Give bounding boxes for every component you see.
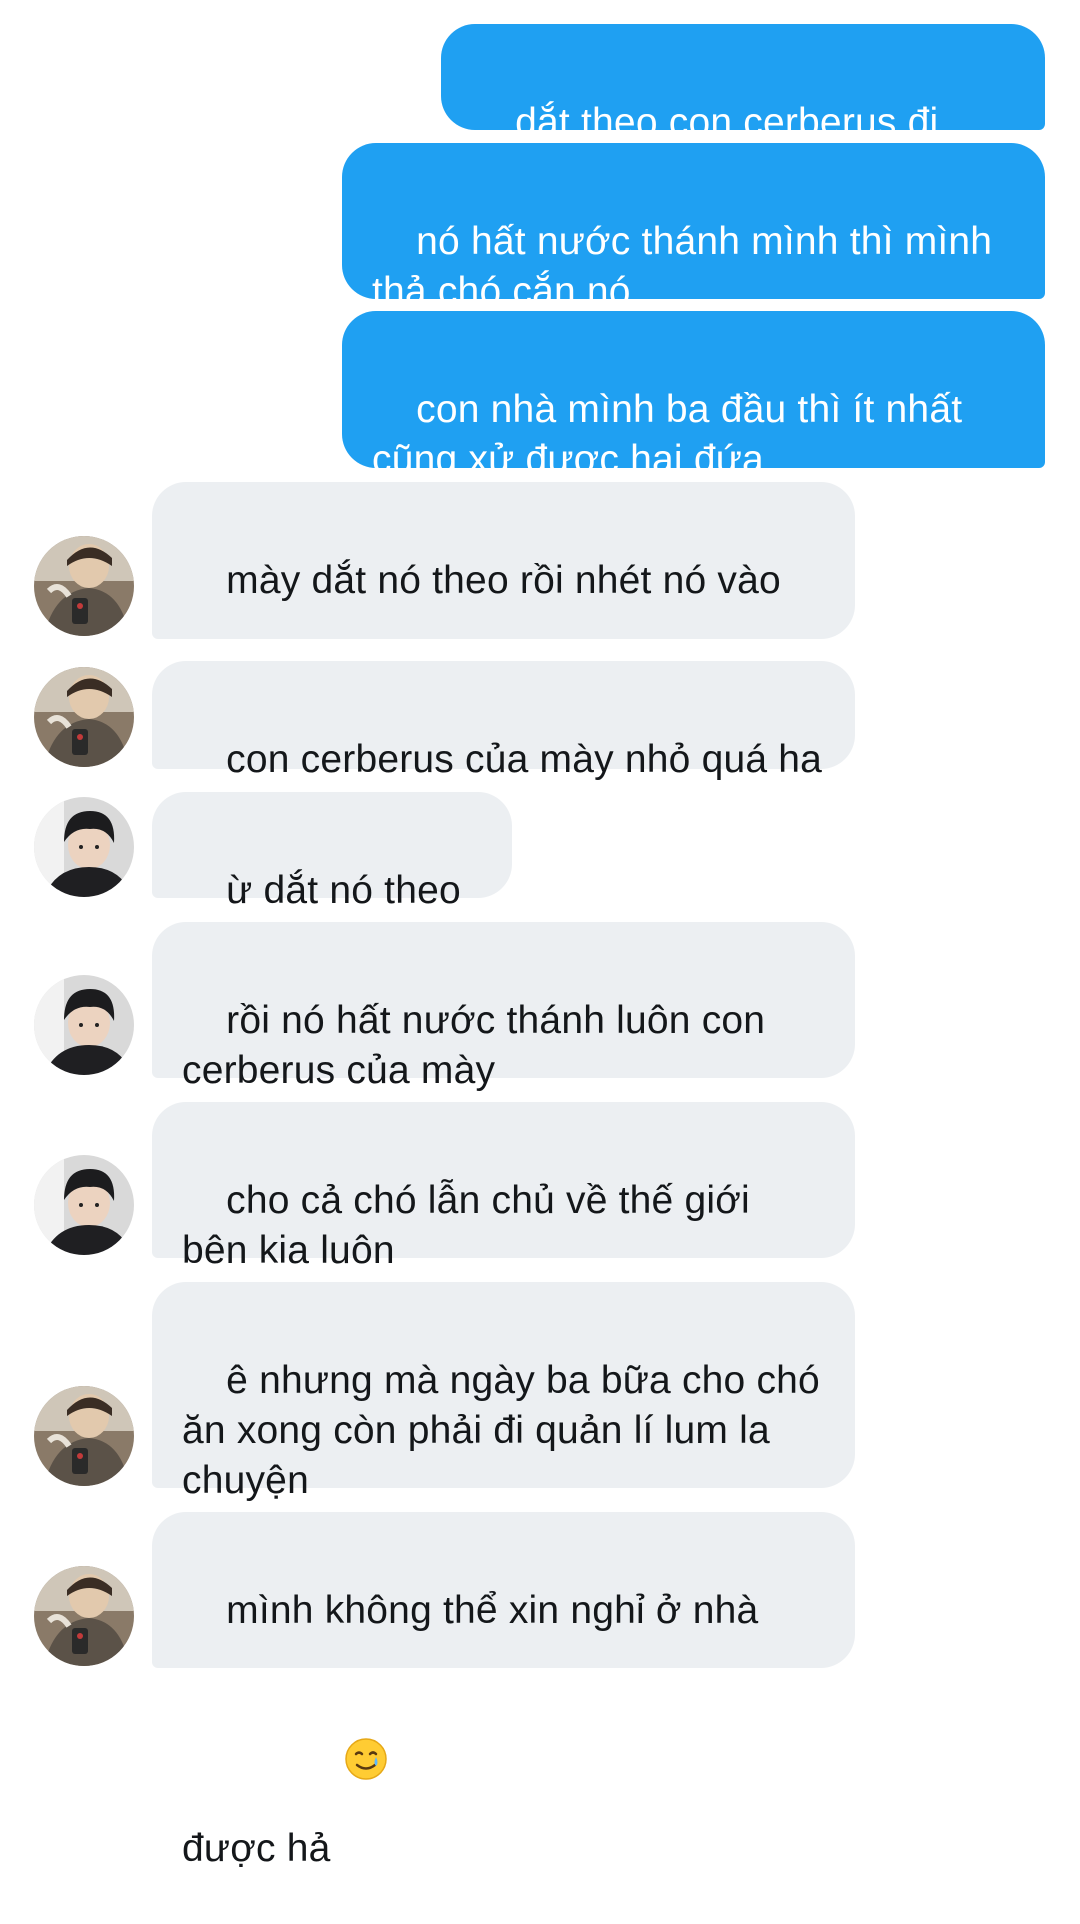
message-text: rồi nó hất nước thánh luôn con cerberus …	[182, 999, 766, 1092]
avatar-friend-b[interactable]	[34, 797, 134, 897]
incoming-message[interactable]: ê nhưng mà ngày ba bữa cho chó ăn xong c…	[152, 1282, 855, 1502]
message-text: ê nhưng mà ngày ba bữa cho chó ăn xong c…	[182, 1359, 820, 1502]
incoming-message[interactable]: cho cả chó lẫn chủ về thế giới bên kia l…	[152, 1102, 855, 1272]
incoming-message[interactable]: ừ dắt nó theo đi	[152, 792, 512, 962]
smiling-face-with-tear-emoji	[343, 1636, 389, 1780]
incoming-message[interactable]: rồi nó hất nước thánh luôn con cerberus …	[152, 922, 855, 1092]
message-text: nó hất nước thánh mình thì mình thả chó …	[372, 220, 993, 313]
message-text: cho cả chó lẫn chủ về thế giới bên kia l…	[182, 1179, 750, 1272]
incoming-message[interactable]: con cerberus của mày nhỏ quá ha	[152, 661, 855, 781]
avatar-friend-a[interactable]	[34, 536, 134, 636]
message-text: mình không thể xin nghỉ ở nhà được hả	[182, 1589, 759, 1870]
incoming-message[interactable]: mình không thể xin nghỉ ở nhà được hả	[152, 1512, 855, 1870]
chat-thread: dắt theo con cerberus đi anh nó hất nước…	[0, 0, 1080, 1870]
outgoing-message[interactable]: nó hất nước thánh mình thì mình thả chó …	[342, 143, 1045, 313]
avatar-friend-b[interactable]	[34, 1155, 134, 1255]
message-text: con cerberus của mày nhỏ quá ha	[226, 738, 823, 781]
avatar-friend-a[interactable]	[34, 1386, 134, 1486]
avatar-friend-b[interactable]	[34, 975, 134, 1075]
avatar-friend-a[interactable]	[34, 667, 134, 767]
clown-face-emoji	[258, 606, 304, 749]
incoming-message[interactable]: mày dắt nó theo rồi nhét nó vào đâu	[152, 482, 855, 840]
outgoing-message[interactable]: dắt theo con cerberus đi anh	[441, 24, 1045, 194]
avatar-friend-a[interactable]	[34, 1566, 134, 1666]
message-text: con nhà mình ba đầu thì ít nhất cũng xử …	[372, 388, 963, 481]
outgoing-message[interactable]: con nhà mình ba đầu thì ít nhất cũng xử …	[342, 311, 1045, 481]
red-question-mark-emoji	[308, 606, 354, 749]
